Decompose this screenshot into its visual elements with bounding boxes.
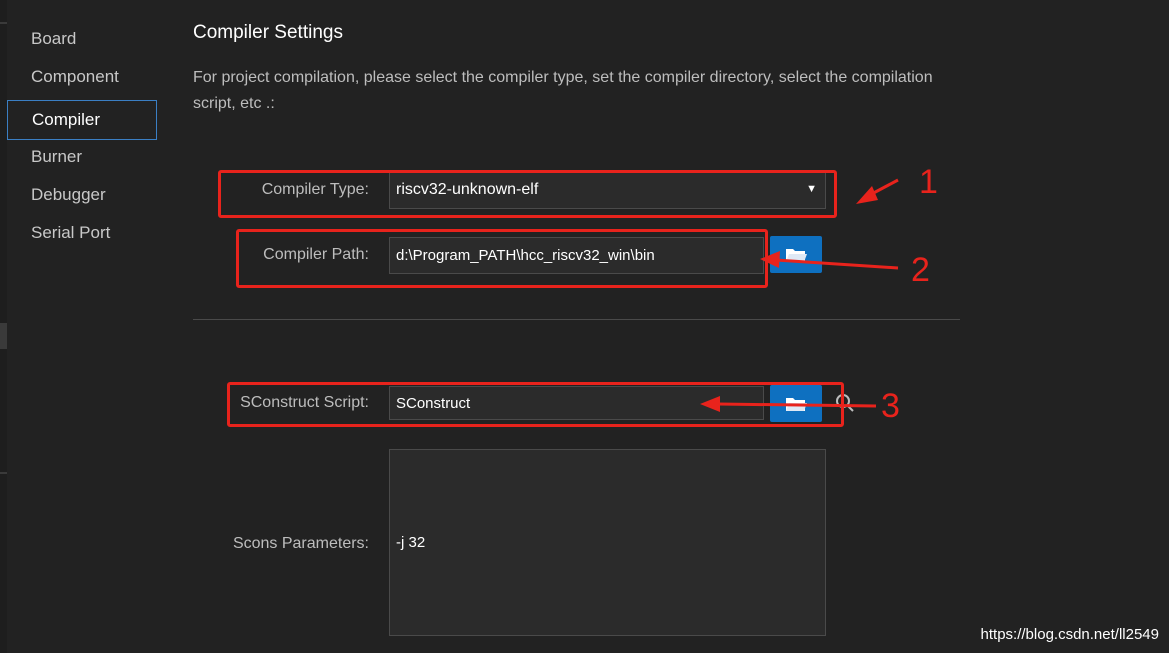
annotation-number-2: 2 bbox=[911, 251, 930, 289]
annotation-number-1: 1 bbox=[919, 163, 938, 201]
watermark: https://blog.csdn.net/ll2549 bbox=[980, 626, 1159, 643]
annotation-arrows bbox=[700, 178, 899, 412]
annotation-number-3: 3 bbox=[881, 387, 900, 425]
